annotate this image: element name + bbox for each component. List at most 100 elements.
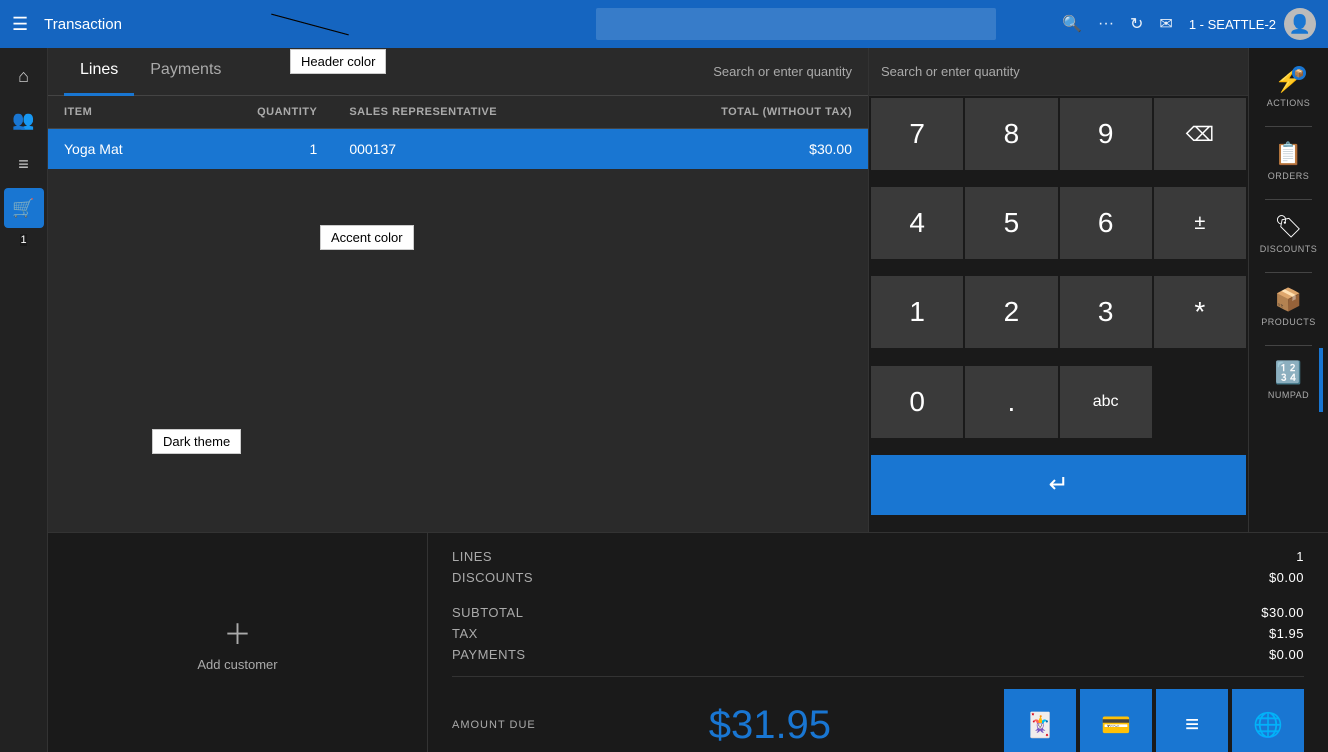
- products-label: PRODUCTS: [1261, 317, 1316, 327]
- numpad-label: NUMPAD: [1268, 390, 1309, 400]
- menu-icon[interactable]: ☰: [12, 14, 28, 35]
- cell-sales-rep: 000137: [333, 129, 613, 170]
- tax-row: TAX $1.95: [452, 626, 1304, 641]
- products-icon: 📦: [1275, 287, 1302, 313]
- pay-other-button[interactable]: 🌐: [1232, 689, 1304, 752]
- divider-3: [1265, 272, 1312, 273]
- more-icon[interactable]: ···: [1098, 15, 1114, 33]
- divider-1: [1265, 126, 1312, 127]
- numpad-8[interactable]: 8: [965, 98, 1057, 170]
- sidebar-item-customers[interactable]: 👥: [4, 100, 44, 140]
- pay-card-button[interactable]: 💳: [1080, 689, 1152, 752]
- action-products[interactable]: 📦 PRODUCTS: [1255, 275, 1323, 339]
- discounts-icon: 🏷: [1275, 214, 1303, 240]
- numpad-0[interactable]: 0: [871, 366, 963, 438]
- divider-4: [1265, 345, 1312, 346]
- subtotal-row: SUBTOTAL $30.00: [452, 605, 1304, 620]
- subtotal-label: SUBTOTAL: [452, 605, 523, 620]
- pay-cash-button[interactable]: 🃏: [1004, 689, 1076, 752]
- discounts-label: DISCOUNTS: [452, 570, 533, 585]
- col-total: TOTAL (WITHOUT TAX): [614, 96, 868, 129]
- top-bar-icons: 🔍 ··· ↻ ✉: [1062, 14, 1173, 34]
- payments-value: $0.00: [1269, 647, 1304, 662]
- col-quantity: QUANTITY: [189, 96, 333, 129]
- numpad-plusminus[interactable]: ±: [1154, 187, 1246, 259]
- action-orders[interactable]: 📋 ORDERS: [1255, 129, 1323, 193]
- col-item: ITEM: [48, 96, 189, 129]
- numpad-search-label: Search or enter quantity: [869, 48, 1248, 96]
- discounts-row: DISCOUNTS $0.00: [452, 570, 1304, 585]
- numpad-icon: 🔢: [1275, 360, 1302, 386]
- order-summary: LINES 1 DISCOUNTS $0.00 SUBTOTAL $30.00 …: [428, 533, 1328, 752]
- divider-2: [1265, 199, 1312, 200]
- center-content: Lines Payments Search or enter quantity …: [48, 48, 868, 532]
- amount-due-label: AMOUNT DUE: [452, 719, 536, 731]
- tabs-bar: Lines Payments Search or enter quantity: [48, 48, 868, 96]
- payment-buttons: 🃏 💳 ≡ 🌐: [1004, 689, 1304, 752]
- tab-payments[interactable]: Payments: [134, 48, 237, 96]
- orders-icon: 📋: [1275, 141, 1302, 167]
- top-bar: ☰ Transaction 🔍 ··· ↻ ✉ 1 - SEATTLE-2 👤: [0, 0, 1328, 48]
- action-numpad[interactable]: 🔢 NUMPAD: [1255, 348, 1323, 412]
- bottom-area: ＋ Add customer LINES 1 DISCOUNTS $0.00 S…: [48, 532, 1328, 752]
- numpad-panel: Search or enter quantity 7 8 9 ⌫ 4 5 6 ±…: [868, 48, 1248, 532]
- numpad-5[interactable]: 5: [965, 187, 1057, 259]
- sidebar-item-home[interactable]: ⌂: [4, 56, 44, 96]
- refresh-icon[interactable]: ↻: [1130, 14, 1143, 34]
- lines-value: 1: [1296, 549, 1304, 564]
- orders-label: ORDERS: [1268, 171, 1310, 181]
- lines-label: LINES: [452, 549, 492, 564]
- cell-quantity: 1: [189, 129, 333, 170]
- discounts-label: DISCOUNTS: [1260, 244, 1318, 254]
- cart-badge: 1: [20, 234, 26, 246]
- numpad-1[interactable]: 1: [871, 276, 963, 348]
- top-bar-right: 1 - SEATTLE-2 👤: [1189, 8, 1316, 40]
- numpad-3[interactable]: 3: [1060, 276, 1152, 348]
- col-sales-rep: SALES REPRESENTATIVE: [333, 96, 613, 129]
- add-customer-label: Add customer: [197, 657, 277, 672]
- numpad-abc[interactable]: abc: [1060, 366, 1152, 438]
- lines-table: ITEM QUANTITY SALES REPRESENTATIVE TOTAL…: [48, 96, 868, 169]
- store-label: 1 - SEATTLE-2: [1189, 17, 1276, 32]
- lines-row: LINES 1: [452, 549, 1304, 564]
- lines-table-area: ITEM QUANTITY SALES REPRESENTATIVE TOTAL…: [48, 96, 868, 532]
- numpad-7[interactable]: 7: [871, 98, 963, 170]
- numpad-grid: 7 8 9 ⌫ 4 5 6 ± 1 2 3 * 0 . abc: [869, 96, 1248, 532]
- amount-due-value: $31.95: [709, 703, 831, 748]
- table-row[interactable]: Yoga Mat 1 000137 $30.00: [48, 129, 868, 170]
- action-discounts[interactable]: 🏷 DISCOUNTS: [1255, 202, 1323, 266]
- action-actions[interactable]: ⚡ 📦 ACTIONS: [1255, 56, 1323, 120]
- sidebar-item-cart[interactable]: 🛒: [4, 188, 44, 228]
- left-sidebar: ⌂ 👥 ≡ 🛒 1: [0, 48, 48, 752]
- numpad-enter[interactable]: ↵: [871, 455, 1246, 515]
- actions-panel: ⚡ 📦 ACTIONS 📋 ORDERS 🏷 DISCOUNTS: [1248, 48, 1328, 532]
- tab-lines[interactable]: Lines: [64, 48, 134, 96]
- amount-due-row: AMOUNT DUE $31.95 🃏 💳 ≡ 🌐: [452, 676, 1304, 752]
- numpad-9[interactable]: 9: [1060, 98, 1152, 170]
- add-customer-icon: ＋: [223, 613, 251, 653]
- cell-total: $30.00: [614, 129, 868, 170]
- subtotal-value: $30.00: [1261, 605, 1304, 620]
- active-indicator: [1319, 348, 1323, 412]
- numpad-dot[interactable]: .: [965, 366, 1057, 438]
- add-customer-area[interactable]: ＋ Add customer: [48, 533, 428, 752]
- numpad-4[interactable]: 4: [871, 187, 963, 259]
- payments-row: PAYMENTS $0.00: [452, 647, 1304, 662]
- pay-split-button[interactable]: ≡: [1156, 689, 1228, 752]
- message-icon[interactable]: ✉: [1159, 14, 1172, 34]
- avatar: 👤: [1284, 8, 1316, 40]
- numpad-backspace[interactable]: ⌫: [1154, 98, 1246, 170]
- cell-item: Yoga Mat: [48, 129, 189, 170]
- app-title: Transaction: [44, 16, 545, 33]
- discounts-value: $0.00: [1269, 570, 1304, 585]
- tax-value: $1.95: [1269, 626, 1304, 641]
- sidebar-item-menu[interactable]: ≡: [4, 144, 44, 184]
- numpad-multiply[interactable]: *: [1154, 276, 1246, 348]
- top-search-input[interactable]: [596, 8, 996, 40]
- tax-label: TAX: [452, 626, 478, 641]
- payments-label: PAYMENTS: [452, 647, 526, 662]
- search-icon[interactable]: 🔍: [1062, 14, 1082, 34]
- numpad-6[interactable]: 6: [1060, 187, 1152, 259]
- numpad-2[interactable]: 2: [965, 276, 1057, 348]
- quantity-search: Search or enter quantity: [713, 64, 852, 79]
